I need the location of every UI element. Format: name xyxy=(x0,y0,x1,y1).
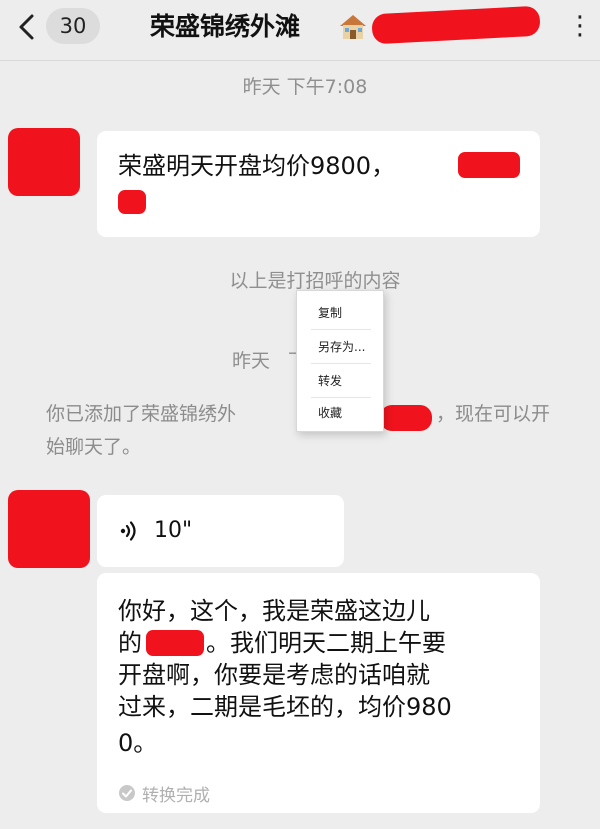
system-note: 以上是打招呼的内容 xyxy=(229,270,401,292)
more-button[interactable]: ⋮ xyxy=(560,8,600,48)
unread-count-badge[interactable]: 30 xyxy=(46,8,100,44)
redaction-mark xyxy=(458,152,520,178)
back-button[interactable] xyxy=(14,12,42,42)
menu-divider xyxy=(311,329,371,330)
more-dots-icon: ⋮ xyxy=(567,11,593,41)
voice-wave-icon xyxy=(118,519,142,543)
timestamp: 昨天 xyxy=(232,350,271,372)
menu-item-copy[interactable]: 复制 xyxy=(297,297,383,329)
context-menu: 复制 另存为... 转发 收藏 xyxy=(296,290,384,432)
message-text: 荣盛明天开盘均价9800， xyxy=(118,152,396,180)
menu-divider xyxy=(311,363,371,364)
check-circle-icon xyxy=(118,784,136,802)
chevron-left-icon xyxy=(19,14,34,40)
voice-duration: 10" xyxy=(154,518,193,543)
redaction-mark xyxy=(118,190,146,214)
redaction-mark xyxy=(380,405,432,431)
redaction-mark xyxy=(146,630,204,656)
transcript-status: 转换完成 xyxy=(142,786,210,806)
chat-title: 荣盛锦绣外滩 xyxy=(150,12,301,41)
house-icon xyxy=(338,12,368,42)
system-note-suffix: ，现在可以开 xyxy=(436,403,551,425)
transcript-line: 0。 xyxy=(118,729,158,757)
system-note-prefix: 你已添加了荣盛锦绣外 xyxy=(46,403,237,425)
timestamp: 昨天 下午7:08 xyxy=(242,76,368,98)
system-note-line2: 始聊天了。 xyxy=(46,436,142,458)
menu-item-save-as[interactable]: 另存为... xyxy=(297,331,383,363)
menu-item-forward[interactable]: 转发 xyxy=(297,365,383,397)
sender-avatar[interactable] xyxy=(8,128,80,196)
menu-item-favorite[interactable]: 收藏 xyxy=(297,397,383,429)
transcript-line: 过来，二期是毛坯的，均价980 xyxy=(118,693,452,721)
sender-avatar[interactable] xyxy=(8,490,90,568)
